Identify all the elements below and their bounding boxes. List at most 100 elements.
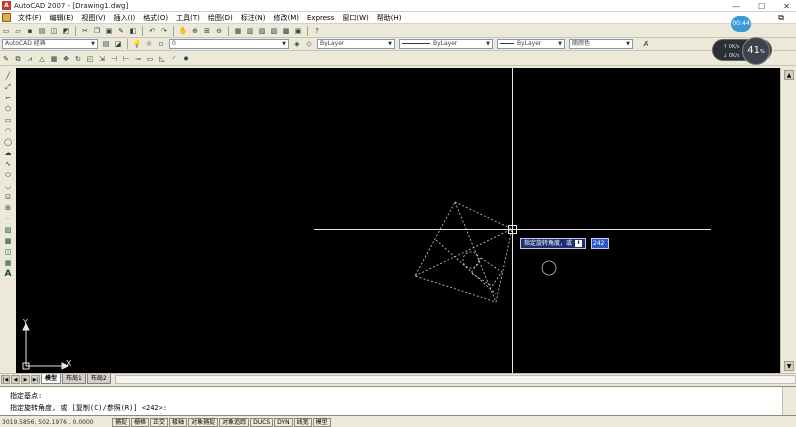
trim-icon[interactable]: ⊣ xyxy=(109,54,119,64)
menu-tools[interactable]: 工具(T) xyxy=(172,13,204,23)
pan-icon[interactable]: ✋ xyxy=(178,26,188,36)
menu-draw[interactable]: 绘图(D) xyxy=(204,13,237,23)
ellipse-arc-icon[interactable]: ◡ xyxy=(3,181,14,190)
undo-icon[interactable]: ↶ xyxy=(147,26,157,36)
array-icon[interactable]: ▦ xyxy=(49,54,59,64)
fillet-icon[interactable]: ◜ xyxy=(169,54,179,64)
hatch-icon[interactable]: ▨ xyxy=(3,225,14,234)
next-tab-icon[interactable]: ▶ xyxy=(21,374,30,384)
redo-icon[interactable]: ↷ xyxy=(159,26,169,36)
command-window[interactable]: 指定基点: 指定旋转角度, 或 [复制(C)/参照(R)] <242>: xyxy=(0,386,796,416)
grid-toggle[interactable]: 栅格 xyxy=(131,417,150,427)
menu-format[interactable]: 格式(O) xyxy=(139,13,172,23)
tab-layout2[interactable]: 布局2 xyxy=(86,374,111,384)
ortho-toggle[interactable]: 正交 xyxy=(150,417,169,427)
restore-doc-button[interactable]: ⧉ xyxy=(774,13,788,23)
polyline-icon[interactable]: ⌐ xyxy=(3,93,14,102)
markup-icon[interactable]: ▩ xyxy=(281,26,291,36)
scroll-up-icon[interactable]: ▲ xyxy=(784,70,794,80)
close-button[interactable]: ✕ xyxy=(783,2,790,11)
polygon-icon[interactable]: ⬠ xyxy=(3,104,14,113)
dyn-toggle[interactable]: DYN xyxy=(274,417,293,427)
lineweight-select[interactable]: ByLayer ▼ xyxy=(497,39,565,49)
join-icon[interactable]: ▭ xyxy=(145,54,155,64)
menu-insert[interactable]: 插入(I) xyxy=(110,13,140,23)
scroll-down-icon[interactable]: ▼ xyxy=(784,361,794,371)
menu-express[interactable]: Express xyxy=(303,14,338,22)
zoom-previous-icon[interactable]: ⊖ xyxy=(214,26,224,36)
rotate-icon[interactable]: ↻ xyxy=(73,54,83,64)
spline-icon[interactable]: ∿ xyxy=(3,159,14,168)
circle-icon[interactable]: ◯ xyxy=(3,137,14,146)
color-select[interactable]: ByLayer ▼ xyxy=(317,39,395,49)
arrow-down-icon[interactable]: ⬇ xyxy=(575,240,583,247)
open-icon[interactable]: ▱ xyxy=(13,26,23,36)
gradient-icon[interactable]: ▩ xyxy=(3,236,14,245)
maximize-button[interactable]: ☐ xyxy=(758,2,765,11)
new-icon[interactable]: ▭ xyxy=(1,26,11,36)
publish-icon[interactable]: ◩ xyxy=(61,26,71,36)
first-tab-icon[interactable]: |◀ xyxy=(1,374,10,384)
block-editor-icon[interactable]: ◧ xyxy=(128,26,138,36)
otrack-toggle[interactable]: 对象追踪 xyxy=(219,417,250,427)
region-icon[interactable]: ◫ xyxy=(3,247,14,256)
help-icon[interactable]: ? xyxy=(312,26,322,36)
chamfer-icon[interactable]: ◺ xyxy=(157,54,167,64)
zoom-realtime-icon[interactable]: ⊕ xyxy=(190,26,200,36)
table-icon[interactable]: ▦ xyxy=(3,258,14,267)
ellipse-icon[interactable]: ⬭ xyxy=(3,170,14,179)
menu-file[interactable]: 文件(F) xyxy=(14,13,46,23)
layer-select[interactable]: 0 ▼ xyxy=(169,39,289,49)
point-icon[interactable]: · xyxy=(3,214,14,223)
calculator-icon[interactable]: ▣ xyxy=(293,26,303,36)
command-prompt-line[interactable]: 指定旋转角度, 或 [复制(C)/参照(R)] <242>: xyxy=(10,403,167,413)
properties-icon[interactable]: ▦ xyxy=(233,26,243,36)
match-properties-icon[interactable]: ✎ xyxy=(116,26,126,36)
break-icon[interactable]: ⊸ xyxy=(133,54,143,64)
arc-icon[interactable]: ◠ xyxy=(3,126,14,135)
stretch-icon[interactable]: ⇲ xyxy=(97,54,107,64)
rectangle-icon[interactable]: ▭ xyxy=(3,115,14,124)
plotstyle-select[interactable]: 随颜色 ▼ xyxy=(569,39,633,49)
model-toggle[interactable]: 模型 xyxy=(312,417,331,427)
document-icon[interactable] xyxy=(2,13,11,22)
copy-object-icon[interactable]: ⧉ xyxy=(13,54,23,64)
workspace-settings-icon[interactable]: ▤ xyxy=(101,39,111,49)
layer-previous-icon[interactable]: ◇ xyxy=(304,39,314,49)
lineweight-toggle[interactable]: 线宽 xyxy=(293,417,312,427)
menu-window[interactable]: 窗口(W) xyxy=(338,13,372,23)
snap-toggle[interactable]: 捕捉 xyxy=(112,417,131,427)
insert-block-icon[interactable]: ⊡ xyxy=(3,192,14,201)
menu-dimension[interactable]: 标注(N) xyxy=(237,13,270,23)
move-icon[interactable]: ✥ xyxy=(61,54,71,64)
design-center-icon[interactable]: ▥ xyxy=(245,26,255,36)
drawing-canvas[interactable]: 指定旋转角度，或 ⬇ 242 Y X xyxy=(16,68,780,373)
dynamic-input-field[interactable]: 242 xyxy=(591,238,609,249)
erase-icon[interactable]: ✎ xyxy=(1,54,11,64)
polar-toggle[interactable]: 极轴 xyxy=(169,417,188,427)
layer-manager-icon[interactable]: ◪ xyxy=(113,39,123,49)
ducs-toggle[interactable]: DUCS xyxy=(250,417,274,427)
scale-icon[interactable]: ◰ xyxy=(85,54,95,64)
preview-icon[interactable]: ◫ xyxy=(49,26,59,36)
explode-icon[interactable]: ✸ xyxy=(181,54,191,64)
menu-edit[interactable]: 编辑(E) xyxy=(46,13,78,23)
tab-model[interactable]: 模型 xyxy=(41,374,62,384)
sheet-set-icon[interactable]: ▨ xyxy=(269,26,279,36)
multiline-text-icon[interactable]: A xyxy=(3,269,14,279)
make-block-icon[interactable]: ⊞ xyxy=(3,203,14,212)
extend-icon[interactable]: ⊢ xyxy=(121,54,131,64)
menu-view[interactable]: 视图(V) xyxy=(77,13,109,23)
horizontal-scrollbar[interactable] xyxy=(114,374,796,384)
minimize-button[interactable]: — xyxy=(732,2,740,11)
zoom-window-icon[interactable]: ⊞ xyxy=(202,26,212,36)
line-icon[interactable]: ╱ xyxy=(3,71,14,80)
workspace-select[interactable]: AutoCAD 经典 ▼ xyxy=(2,39,98,49)
construction-line-icon[interactable]: ⤢ xyxy=(3,82,14,91)
vertical-scrollbar[interactable]: ▲ ▼ xyxy=(780,68,796,373)
last-tab-icon[interactable]: ▶| xyxy=(31,374,40,384)
command-scrollbar[interactable] xyxy=(782,387,796,415)
paste-icon[interactable]: ▣ xyxy=(104,26,114,36)
menu-help[interactable]: 帮助(H) xyxy=(373,13,406,23)
revision-cloud-icon[interactable]: ☁ xyxy=(3,148,14,157)
